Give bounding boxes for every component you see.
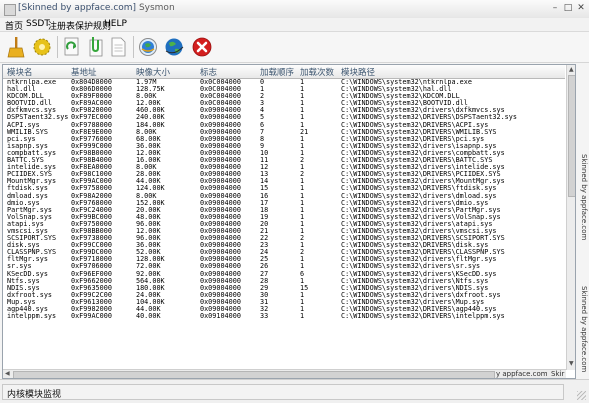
status-pane: 内核模块监视	[2, 384, 564, 400]
toolbar-separator	[133, 36, 134, 58]
scroll-down-icon[interactable]: ▼	[569, 361, 574, 367]
globe-icon	[139, 38, 157, 56]
close-circle-icon	[192, 37, 212, 57]
exit-button[interactable]	[190, 35, 214, 59]
cell-module-name: intelppm.sys	[7, 312, 57, 321]
column-load-count[interactable]: 加载次数	[300, 66, 334, 78]
toolbar	[0, 32, 589, 63]
column-load-order[interactable]: 加载顺序	[260, 66, 294, 78]
cell-load-order: 33	[260, 312, 269, 321]
column-base-address[interactable]: 基地址	[71, 66, 97, 78]
table-row[interactable]: intelppm.sys 0xF99AC000 40.00K 0x09104000 33…	[3, 312, 565, 321]
internet-button[interactable]	[162, 35, 186, 59]
menu-home[interactable]: 首页	[5, 19, 23, 32]
cell-module-path: C:\WINDOWS\system32\DRIVERS\intelppm.sys	[341, 312, 505, 321]
document-button[interactable]	[106, 35, 130, 59]
broom-button[interactable]	[4, 35, 28, 59]
window-title-text: [Skinned by appface.com]	[18, 3, 137, 13]
settings-button[interactable]	[30, 35, 54, 59]
watermark-bottom: y appface.com	[496, 370, 548, 378]
toolbar-separator	[57, 36, 58, 58]
scroll-left-icon[interactable]: ◀	[5, 371, 10, 377]
vertical-scroll-thumb[interactable]	[568, 75, 575, 197]
cell-flags: 0x09104000	[200, 312, 241, 321]
title-bar: [Skinned by appface.com] Sysmon – □ ✕	[0, 0, 589, 19]
menu-help[interactable]: HELP	[104, 19, 127, 29]
module-list[interactable]: 模块名 基地址 映像大小 标志 加载顺序 加载次数 模块路径 ntkrnlpa.…	[2, 64, 576, 379]
web-button[interactable]	[136, 35, 160, 59]
document-refresh-icon	[64, 37, 79, 56]
minimize-button[interactable]: –	[550, 4, 560, 13]
scroll-up-icon[interactable]: ▲	[569, 67, 574, 73]
menu-registry-rules[interactable]: 注册表保护规则	[48, 19, 111, 32]
watermark-side-1: Skinned by appface.com	[580, 154, 588, 241]
status-text: 内核模块监视	[7, 390, 62, 400]
app-icon	[4, 4, 16, 16]
menu-ssdt[interactable]: SSDT	[26, 19, 50, 29]
maximize-button[interactable]: □	[563, 4, 573, 13]
resize-grip-icon[interactable]	[577, 391, 586, 400]
close-button[interactable]: ✕	[576, 4, 586, 13]
horizontal-scrollbar[interactable]: ◀ y appface.com Skir	[3, 369, 566, 378]
column-image-size[interactable]: 映像大小	[136, 66, 170, 78]
column-module-path[interactable]: 模块路径	[341, 66, 375, 78]
earth-icon	[165, 38, 184, 56]
blank-document-icon	[111, 37, 126, 57]
list-header: 模块名 基地址 映像大小 标志 加载顺序 加载次数 模块路径	[3, 65, 565, 79]
cell-image-size: 40.00K	[136, 312, 161, 321]
cell-load-count: 1	[300, 312, 305, 321]
watermark-side-2: Skinned by appface.com	[580, 286, 588, 373]
column-module-name[interactable]: 模块名	[7, 66, 33, 78]
clip-button[interactable]	[84, 35, 108, 59]
side-watermark: Skinned by appface.com Skinned by appfac…	[576, 64, 589, 377]
status-bar: 内核模块监视	[0, 379, 589, 403]
broom-icon	[7, 37, 25, 58]
window-title: [Skinned by appface.com] Sysmon	[18, 3, 175, 13]
vertical-scrollbar[interactable]: ▲ ▼	[566, 65, 575, 370]
window-subtitle: Sysmon	[138, 3, 175, 13]
watermark-bottom-clipped: Skir	[551, 370, 565, 378]
list-rows: ntkrnlpa.exe 0x804D8000 1.97M 0x0C004000 0 1 C…	[3, 79, 565, 369]
horizontal-scroll-thumb[interactable]	[13, 371, 495, 378]
gear-icon	[33, 38, 51, 56]
refresh-button[interactable]	[60, 35, 84, 59]
menu-bar: 首页 SSDT 注册表保护规则 HELP	[0, 18, 589, 32]
clip-document-icon	[89, 37, 103, 57]
cell-base-address: 0xF99AC000	[71, 312, 112, 321]
column-flags[interactable]: 标志	[200, 66, 217, 78]
